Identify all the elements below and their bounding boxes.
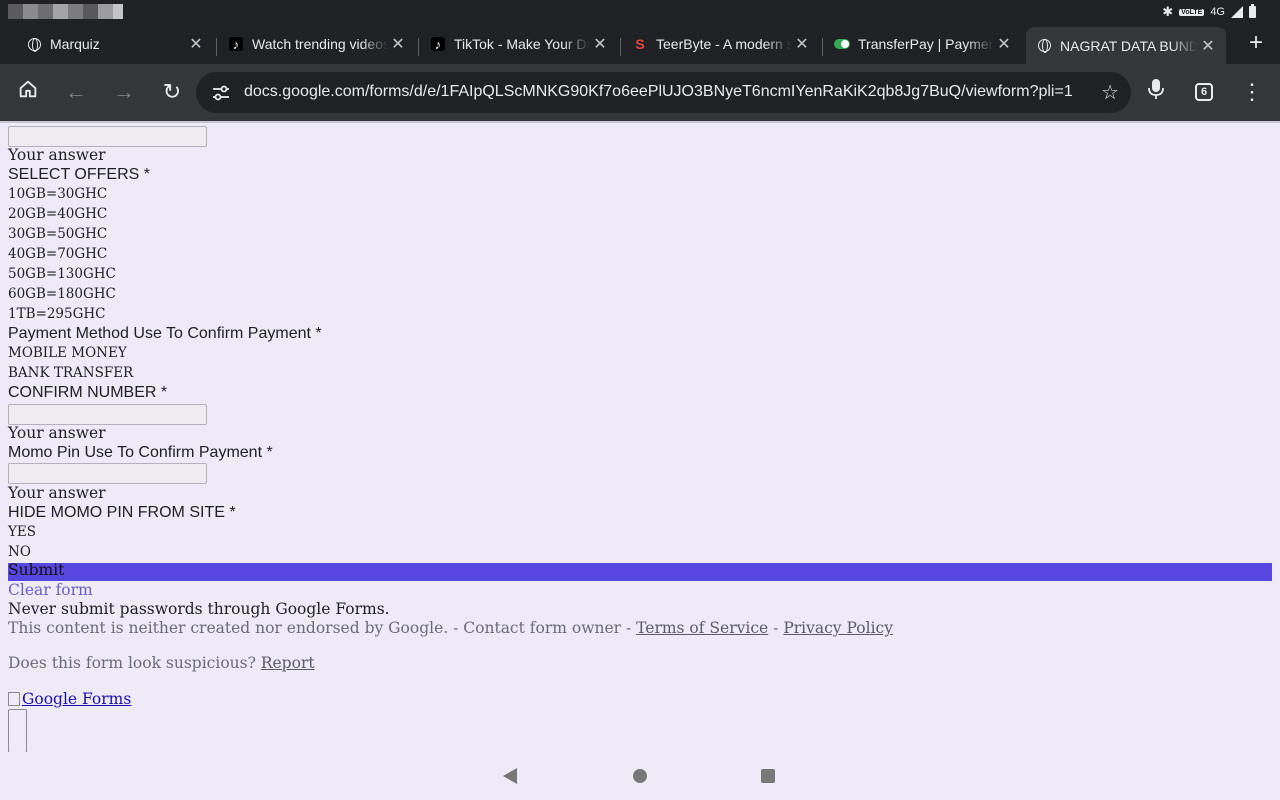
tab-title: TikTok - Make Your Day	[454, 36, 590, 52]
forward-icon[interactable]: →	[110, 78, 138, 106]
payment-method-option[interactable]: BANK TRANSFER	[8, 365, 133, 381]
home-icon[interactable]	[14, 78, 42, 106]
hide-pin-option[interactable]: YES	[8, 524, 36, 540]
answer-placeholder: Your answer	[8, 484, 106, 502]
tab-separator	[620, 38, 621, 56]
answer-input[interactable]	[8, 126, 207, 147]
browser-toolbar: ← → ↻ docs.google.com/forms/d/e/1FAIpQLS…	[0, 64, 1280, 121]
disclaimer: This content is neither created nor endo…	[8, 619, 893, 637]
suspicious-text: Does this form look suspicious?	[8, 654, 256, 672]
globe-icon	[1036, 38, 1052, 54]
reload-icon[interactable]: ↻	[158, 78, 186, 106]
privacy-link[interactable]: Privacy Policy	[783, 619, 893, 637]
system-nav-bar	[0, 752, 1280, 800]
hide-pin-label: HIDE MOMO PIN FROM SITE *	[8, 504, 236, 521]
nav-home-icon[interactable]	[633, 769, 647, 783]
close-icon[interactable]: ✕	[388, 34, 408, 54]
momo-pin-input[interactable]	[8, 463, 207, 484]
submit-button[interactable]: Submit	[8, 561, 1272, 581]
status-bar: ✱ VoLTE 4G	[0, 0, 1280, 24]
report-link[interactable]: Report	[261, 654, 315, 672]
answer-placeholder: Your answer	[8, 146, 106, 164]
tab-separator	[822, 38, 823, 56]
globe-icon	[26, 36, 42, 52]
disclaimer-text: This content is neither created nor endo…	[8, 619, 632, 637]
back-icon[interactable]: ←	[62, 78, 90, 106]
status-right: ✱ VoLTE 4G	[1162, 4, 1256, 20]
offer-option[interactable]: 1TB=295GHC	[8, 306, 105, 322]
confirm-number-label: CONFIRM NUMBER *	[8, 384, 168, 401]
network-type: 4G	[1210, 6, 1225, 18]
offer-option[interactable]: 10GB=30GHC	[8, 186, 107, 202]
tab-separator	[418, 38, 419, 56]
momo-pin-label: Momo Pin Use To Confirm Payment *	[8, 444, 273, 461]
signal-icon	[1231, 6, 1243, 18]
bookmark-star-icon[interactable]: ☆	[1101, 80, 1119, 105]
payment-method-option[interactable]: MOBILE MONEY	[8, 345, 127, 361]
tab-strip: Marquiz ✕ ♪ Watch trending videos for yo…	[0, 24, 1280, 64]
google-forms-link[interactable]: Google Forms	[22, 690, 131, 708]
notification-icons	[8, 4, 123, 19]
tab-transferpay[interactable]: TransferPay | Payments ✕	[824, 28, 1022, 60]
tab-title: TeerByte - A modern system	[656, 36, 792, 52]
payment-method-label: Payment Method Use To Confirm Payment *	[8, 325, 322, 342]
offer-option[interactable]: 20GB=40GHC	[8, 206, 107, 222]
volte-badge: VoLTE	[1179, 8, 1205, 16]
terms-link[interactable]: Terms of Service	[636, 619, 768, 637]
tab-title: Marquiz	[50, 36, 100, 52]
microphone-icon[interactable]	[1142, 78, 1170, 106]
nav-recents-icon[interactable]	[761, 769, 775, 783]
close-icon[interactable]: ✕	[792, 34, 812, 54]
clear-form-link[interactable]: Clear form	[8, 581, 93, 599]
tab-title: NAGRAT DATA BUNDLE	[1060, 37, 1198, 54]
tab-marquiz[interactable]: Marquiz ✕	[16, 28, 214, 60]
answer-placeholder: Your answer	[8, 424, 106, 442]
tab-tiktok-trending[interactable]: ♪ Watch trending videos for you | TikTok…	[218, 28, 416, 60]
report-line: Does this form look suspicious? Report	[8, 654, 315, 672]
submit-label: Submit	[8, 561, 65, 579]
close-icon[interactable]: ✕	[994, 34, 1014, 54]
hide-pin-option[interactable]: NO	[8, 544, 31, 560]
password-warning: Never submit passwords through Google Fo…	[8, 600, 390, 618]
offer-option[interactable]: 30GB=50GHC	[8, 226, 107, 242]
teerbyte-icon: S	[635, 36, 645, 52]
nav-back-icon[interactable]	[503, 768, 517, 784]
more-menu-icon[interactable]: ⋮	[1238, 78, 1266, 106]
tab-title: TransferPay | Payments	[858, 36, 994, 52]
new-tab-button[interactable]: +	[1244, 30, 1268, 58]
separator: -	[773, 619, 779, 637]
form-content: Your answer SELECT OFFERS * 10GB=30GHC 2…	[0, 123, 1280, 752]
confirm-number-input[interactable]	[8, 404, 207, 425]
broken-image-icon	[8, 692, 20, 706]
tab-tiktok-make-your-day[interactable]: ♪ TikTok - Make Your Day ✕	[420, 28, 618, 60]
tab-title: Watch trending videos for you | TikTok	[252, 36, 388, 52]
tab-switcher-button[interactable]: 6	[1195, 83, 1213, 101]
bluetooth-icon: ✱	[1162, 4, 1174, 19]
close-icon[interactable]: ✕	[1198, 36, 1218, 56]
tab-separator	[216, 38, 217, 56]
toggle-icon	[834, 36, 850, 52]
tab-teerbyte[interactable]: S TeerByte - A modern system ✕	[622, 28, 820, 60]
close-icon[interactable]: ✕	[186, 34, 206, 54]
tiktok-icon: ♪	[430, 36, 446, 52]
offer-option[interactable]: 60GB=180GHC	[8, 286, 116, 302]
offer-option[interactable]: 50GB=130GHC	[8, 266, 116, 282]
omnibox[interactable]: docs.google.com/forms/d/e/1FAIpQLScMNKG9…	[196, 72, 1131, 113]
tab-nagrat-data-bundle[interactable]: NAGRAT DATA BUNDLE ✕	[1026, 27, 1226, 64]
select-offers-label: SELECT OFFERS *	[8, 166, 150, 183]
tiktok-icon: ♪	[228, 36, 244, 52]
google-forms-logo-link[interactable]: Google Forms	[8, 689, 131, 708]
embedded-frame[interactable]	[8, 709, 27, 752]
site-settings-icon[interactable]	[212, 84, 230, 102]
url-text[interactable]: docs.google.com/forms/d/e/1FAIpQLScMNKG9…	[244, 83, 1080, 101]
close-icon[interactable]: ✕	[590, 34, 610, 54]
offer-option[interactable]: 40GB=70GHC	[8, 246, 107, 262]
battery-icon	[1249, 4, 1256, 18]
